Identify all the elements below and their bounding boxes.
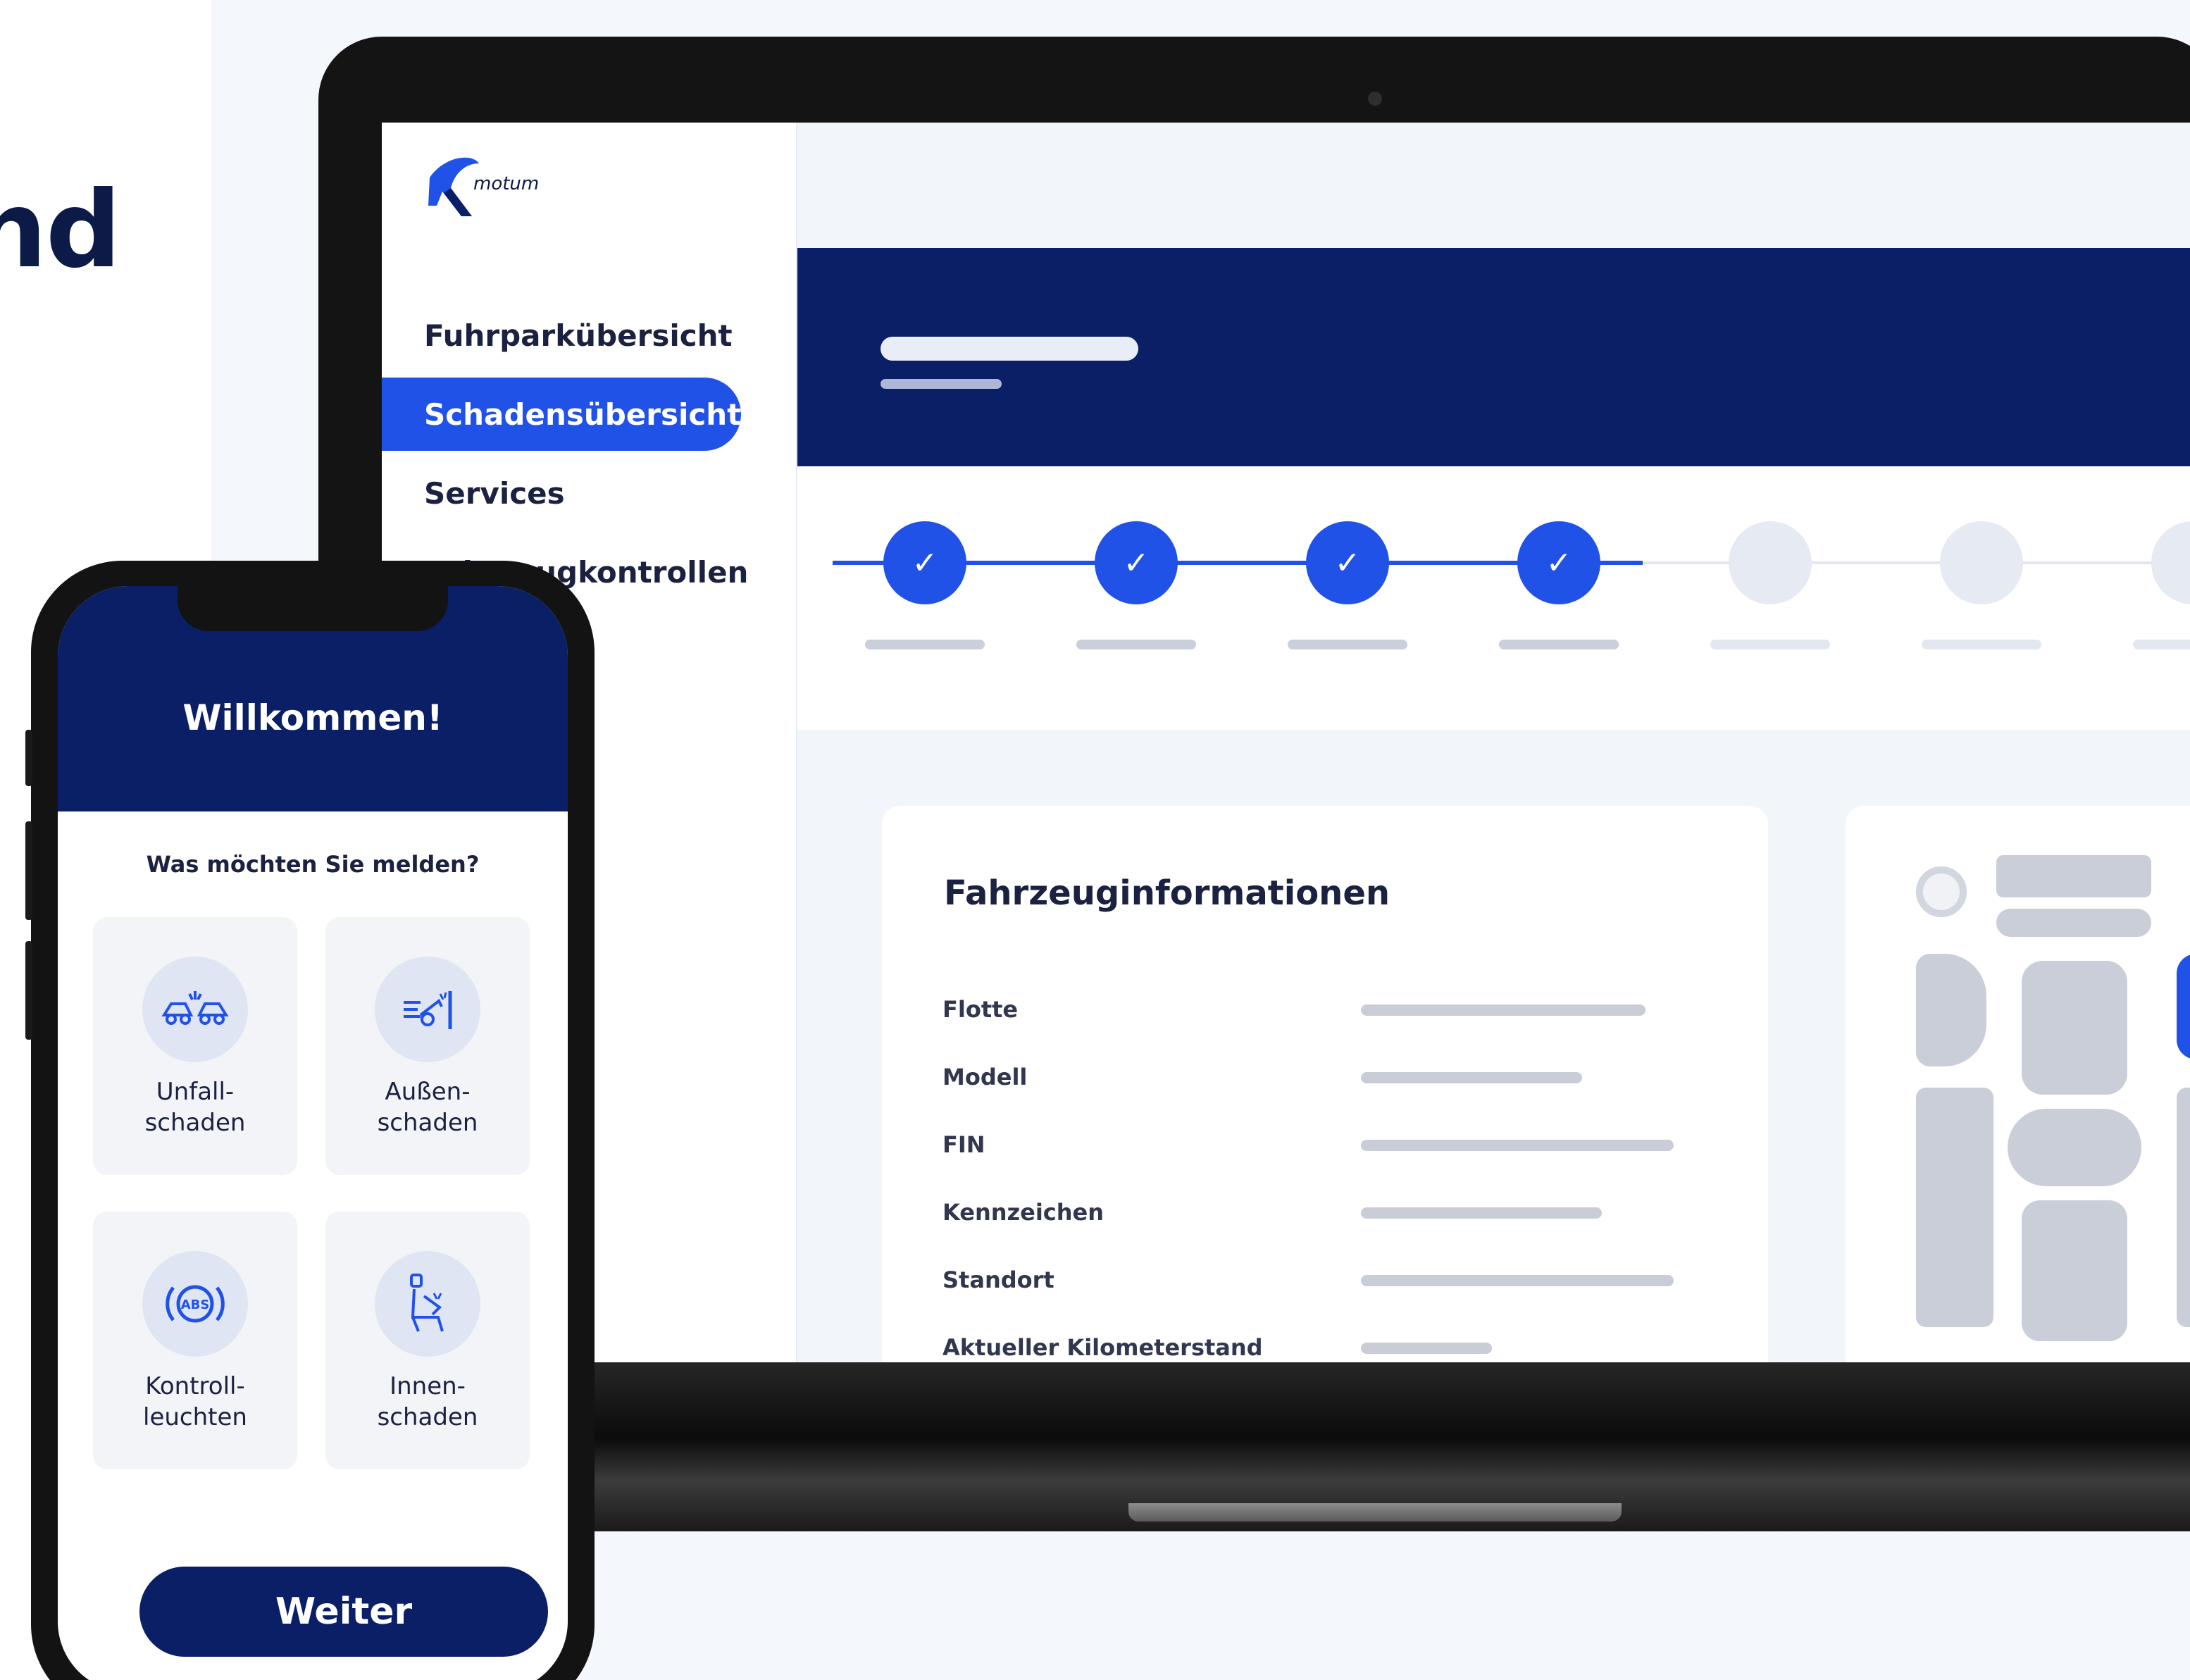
row-value-placeholder: [1361, 1275, 1674, 1286]
step-label-placeholder: [1288, 640, 1407, 649]
row-value-placeholder: [1361, 1140, 1674, 1151]
abs-icon-text: ABS: [181, 1298, 210, 1312]
step-completed-check-icon[interactable]: ✓: [1517, 521, 1600, 604]
car-crash-icon: [142, 957, 248, 1062]
step-label-placeholder: [1922, 640, 2041, 649]
tile-kontrollleuchten[interactable]: ABS Kontroll- leuchten: [93, 1212, 297, 1469]
step-pending[interactable]: [2151, 521, 2190, 604]
row-value-placeholder: [1361, 1004, 1645, 1016]
tile-label: Unfall- schaden: [144, 1078, 246, 1137]
vehicle-info-title: Fahrzeuginformationen: [944, 873, 1390, 913]
row-value-placeholder: [1361, 1072, 1582, 1083]
logo-text: motum: [473, 173, 540, 194]
step-pending[interactable]: [1940, 521, 2023, 604]
sidebar-item-services[interactable]: Services: [382, 456, 797, 530]
tile-aussenschaden[interactable]: Außen- schaden: [325, 917, 530, 1175]
car-part-windshield[interactable]: [2022, 961, 2127, 1095]
tile-innenschaden[interactable]: Innen- schaden: [325, 1212, 530, 1469]
sidebar-item-schadensuebersicht[interactable]: Schadensübersicht: [382, 378, 741, 451]
wheel-icon: [1916, 866, 1967, 917]
row-value-placeholder: [1361, 1343, 1492, 1354]
sidebar-item-fuhrparkuebersicht[interactable]: Fuhrparkübersicht: [382, 299, 797, 372]
row-value-placeholder: [1361, 1207, 1602, 1219]
motum-logo[interactable]: motum: [423, 149, 564, 220]
car-part-roof[interactable]: [2008, 1109, 2141, 1186]
row-label-flotte: Flotte: [942, 996, 1019, 1023]
tile-unfallschaden[interactable]: Unfall- schaden: [93, 917, 297, 1175]
sidebar-item-label: Fuhrparkübersicht: [424, 318, 733, 353]
phone-screen: Willkommen! Was möchten Sie melden? Unfa…: [58, 586, 568, 1680]
step-completed-check-icon[interactable]: ✓: [883, 521, 966, 604]
step-label-placeholder: [2133, 640, 2190, 649]
top-bar: [797, 123, 2190, 248]
partial-headline: nd: [0, 169, 121, 292]
step-label-placeholder: [1076, 640, 1196, 649]
phone-notch: [178, 586, 448, 631]
phone-volume-down-button: [25, 941, 32, 1040]
tile-label: Innen- schaden: [377, 1372, 478, 1431]
row-label-kennzeichen: Kennzeichen: [942, 1199, 1105, 1226]
step-label-placeholder: [1499, 640, 1619, 649]
phone-question: Was möchten Sie melden?: [146, 851, 480, 878]
phone-mockup: Willkommen! Was möchten Sie melden? Unfa…: [25, 561, 595, 1680]
vehicle-info-card: Fahrzeuginformationen Flotte Modell FIN …: [882, 806, 1768, 1362]
laptop-opening-notch: [1128, 1503, 1622, 1522]
step-label-placeholder: [865, 640, 985, 649]
car-part-left-fender[interactable]: [1916, 954, 1986, 1066]
row-label-standort: Standort: [942, 1267, 1054, 1293]
tile-label: Außen- schaden: [377, 1078, 478, 1137]
main-content: ✓ ✓ ✓ ✓ Fahrzeuginformationen Flotte Modell…: [797, 123, 2190, 1362]
damage-diagram-card: [1846, 806, 2190, 1362]
car-seat-icon: [375, 1251, 480, 1357]
laptop-mockup: motum Fuhrparkübersicht Schadensübersich…: [318, 37, 2190, 1531]
header-title-placeholder: [881, 337, 1138, 361]
step-pending[interactable]: [1729, 521, 1812, 604]
row-label-modell: Modell: [942, 1064, 1028, 1090]
phone-mute-button: [25, 730, 32, 786]
phone-volume-up-button: [25, 821, 32, 920]
car-part-left-side[interactable]: [1916, 1088, 1993, 1327]
car-part-rear-window[interactable]: [2022, 1200, 2127, 1341]
step-completed-check-icon[interactable]: ✓: [1095, 521, 1178, 604]
row-label-fin: FIN: [942, 1131, 985, 1158]
laptop-base: [318, 1362, 2190, 1531]
tile-label: Kontroll- leuchten: [143, 1372, 247, 1431]
weiter-button[interactable]: Weiter: [139, 1567, 548, 1657]
step-completed-check-icon[interactable]: ✓: [1306, 521, 1389, 604]
car-part-selected-damage[interactable]: [2177, 954, 2190, 1059]
page-header-banner: [797, 248, 2190, 466]
car-exterior-damage-icon: [375, 957, 480, 1062]
sidebar-item-label: Schadensübersicht: [424, 397, 742, 432]
laptop-screen: motum Fuhrparkübersicht Schadensübersich…: [382, 123, 2190, 1362]
webcam-icon: [1368, 92, 1382, 106]
car-part-hood[interactable]: [1996, 855, 2151, 897]
abs-warning-light-icon: ABS: [142, 1251, 248, 1357]
row-label-kilometerstand: Aktueller Kilometerstand: [942, 1334, 1263, 1361]
car-part-bumper[interactable]: [1996, 909, 2151, 937]
sidebar-item-label: Services: [424, 475, 565, 511]
step-label-placeholder: [1710, 640, 1830, 649]
progress-stepper: ✓ ✓ ✓ ✓: [797, 466, 2190, 730]
header-subtitle-placeholder: [881, 379, 1002, 389]
marketing-stage: nd motum Fuhrparkübersicht Schadensübers…: [0, 0, 2190, 1680]
car-part-right-side[interactable]: [2177, 1088, 2190, 1327]
phone-title: Willkommen!: [182, 697, 443, 738]
